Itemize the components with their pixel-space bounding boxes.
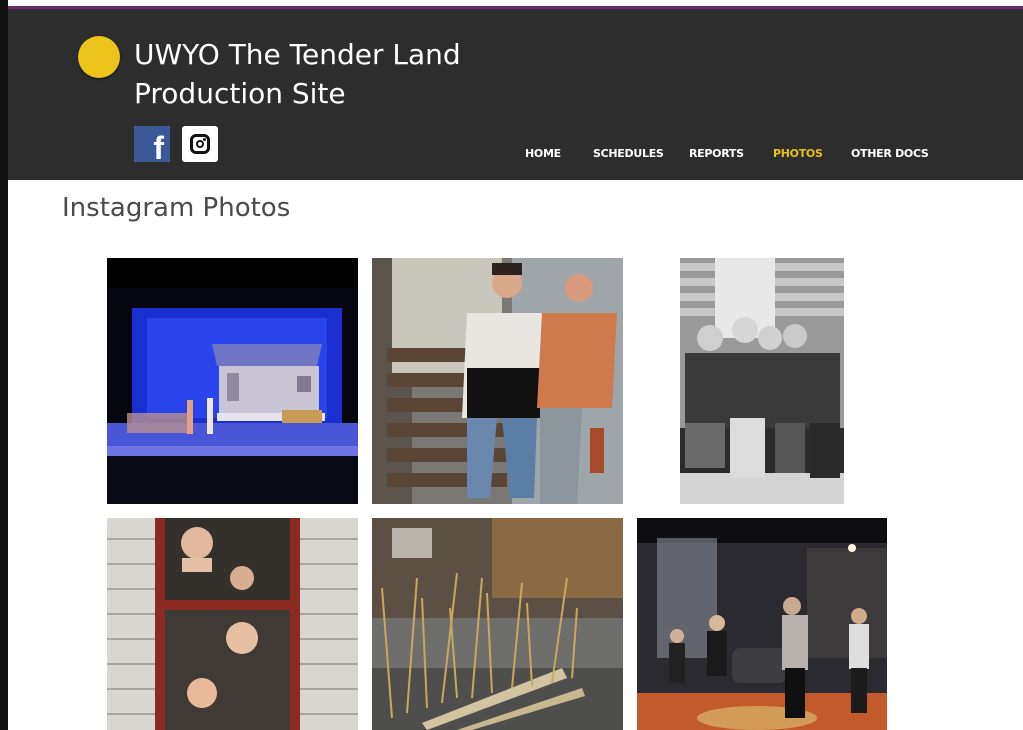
nav-reports[interactable]: REPORTS <box>689 147 744 160</box>
top-accent-bar <box>8 0 1023 9</box>
photo-window-faces-image <box>107 518 358 730</box>
site-title-line-1: UWYO The Tender Land <box>134 38 461 71</box>
photo-window-faces[interactable] <box>107 518 358 730</box>
nav-home[interactable]: HOME <box>525 147 561 160</box>
photo-wheat-props[interactable] <box>372 518 623 730</box>
nav-schedules[interactable]: SCHEDULES <box>593 147 664 160</box>
photo-actors-stairs[interactable] <box>372 258 623 504</box>
nav-photos[interactable]: PHOTOS <box>773 147 823 160</box>
site-title-line-2: Production Site <box>134 77 346 110</box>
nav-other-docs[interactable]: OTHER DOCS <box>851 147 929 160</box>
photo-dancers-rehearsal[interactable] <box>637 518 887 730</box>
instagram-camera-glyph <box>190 134 210 154</box>
facebook-icon[interactable]: f <box>134 126 170 162</box>
site-header: UWYO The Tender Land Production Site f H… <box>8 9 1023 180</box>
photo-stage-set[interactable] <box>107 258 358 504</box>
photo-actors-stairs-image <box>372 258 623 504</box>
site-logo[interactable] <box>78 36 120 78</box>
photo-four-women[interactable] <box>680 258 844 504</box>
instagram-icon[interactable] <box>182 126 218 162</box>
photo-stage-set-image <box>107 258 358 504</box>
site-title[interactable]: UWYO The Tender Land Production Site <box>134 35 494 113</box>
section-title: Instagram Photos <box>62 193 291 223</box>
photo-four-women-image <box>680 258 844 504</box>
photo-dancers-rehearsal-image <box>637 518 887 730</box>
photo-wheat-props-image <box>372 518 623 730</box>
